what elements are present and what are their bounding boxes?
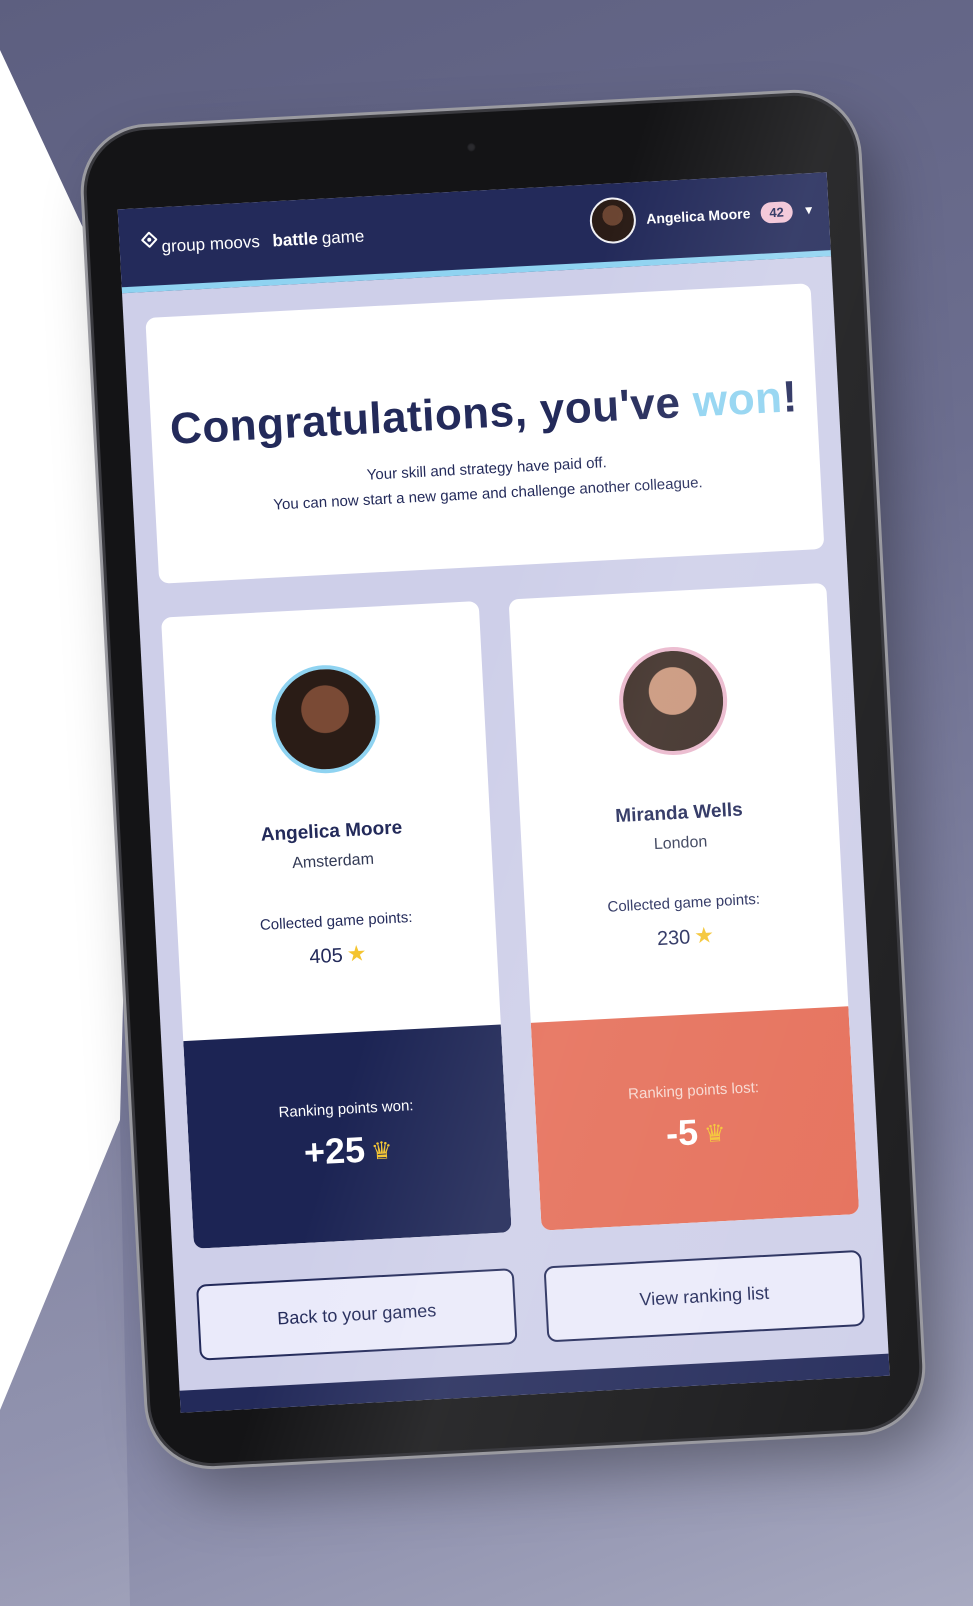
header-user-name: Angelica Moore: [645, 205, 751, 227]
crown-icon: ♛: [370, 1137, 394, 1166]
title-end: !: [781, 372, 799, 422]
user-menu[interactable]: Angelica Moore 42 ▼: [589, 187, 816, 245]
player-city: London: [653, 833, 708, 854]
ranking-value: +25: [302, 1128, 367, 1173]
tablet-device: group moovs battle game Angelica Moore 42…: [83, 92, 923, 1467]
title-accent: won: [691, 372, 784, 427]
player-card-winner: Angelica Moore Amsterdam Collected game …: [161, 601, 512, 1249]
star-icon: ★: [693, 922, 715, 949]
ranking-panel-lost: Ranking points lost: -5 ♛: [530, 1006, 860, 1231]
player-card-opponent: Miranda Wells London Collected game poin…: [508, 582, 860, 1231]
ranking-panel-won: Ranking points won: +25 ♛: [183, 1024, 512, 1249]
logo-bold: battle: [272, 228, 319, 251]
footer-bar: [179, 1353, 890, 1413]
ranking-label: Ranking points won:: [278, 1097, 414, 1122]
logo-suffix: game: [321, 226, 365, 248]
points-value: 405: [308, 944, 344, 969]
logo-prefix: group moovs: [161, 232, 261, 257]
result-banner: Congratulations, you've won! Your skill …: [145, 283, 825, 584]
points-value-row: 405 ★: [178, 934, 497, 977]
notification-badge: 42: [759, 200, 794, 224]
camera-dot: [466, 142, 477, 153]
result-description: Your skill and strategy have paid off. Y…: [154, 439, 822, 524]
view-ranking-list-button[interactable]: View ranking list: [543, 1249, 866, 1343]
app-logo[interactable]: group moovs battle game: [140, 226, 365, 259]
title-main: Congratulations, you've: [168, 377, 695, 454]
page-title: Congratulations, you've won!: [150, 371, 818, 456]
avatar: [589, 196, 638, 245]
points-value: 230: [656, 926, 691, 951]
chevron-down-icon[interactable]: ▼: [802, 203, 815, 218]
star-icon: ★: [346, 940, 368, 967]
app-header: group moovs battle game Angelica Moore 42…: [117, 172, 832, 294]
player-name: Angelica Moore: [260, 817, 403, 846]
ranking-label: Ranking points lost:: [627, 1079, 760, 1103]
diamond-logo-icon: [140, 231, 158, 249]
avatar: [616, 644, 730, 758]
player-city: Amsterdam: [291, 850, 375, 873]
avatar: [268, 662, 383, 776]
ranking-value-row: +25 ♛: [188, 1121, 508, 1180]
back-to-games-button[interactable]: Back to your games: [196, 1268, 518, 1361]
points-label: Collected game points:: [259, 908, 413, 934]
ranking-value-row: -5 ♛: [536, 1103, 856, 1162]
points-value-row: 230 ★: [526, 915, 845, 958]
app-screen: group moovs battle game Angelica Moore 42…: [117, 172, 890, 1413]
points-label: Collected game points:: [607, 890, 761, 916]
crown-icon: ♛: [703, 1119, 727, 1148]
ranking-value: -5: [664, 1111, 700, 1154]
player-name: Miranda Wells: [614, 799, 744, 828]
